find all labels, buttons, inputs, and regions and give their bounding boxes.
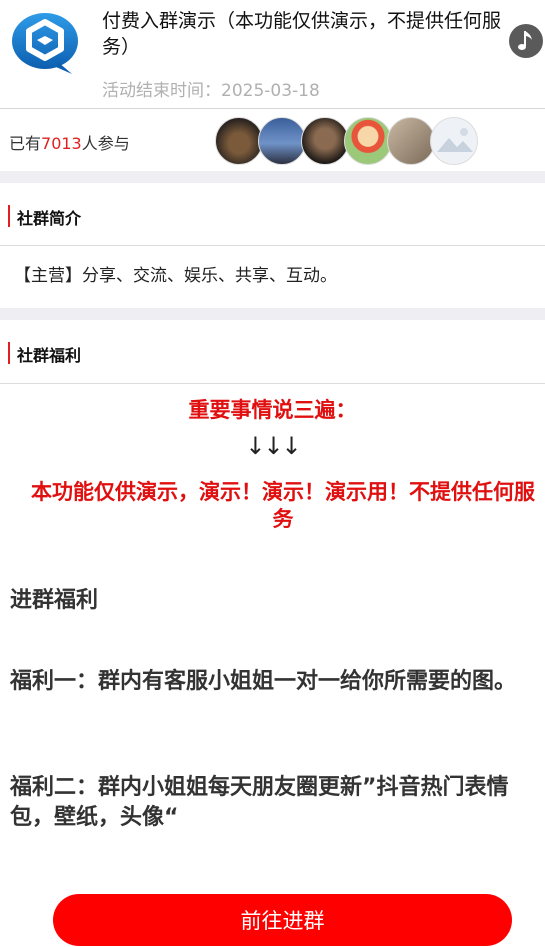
benefit-two: 福利二：群内小姐姐每天朋友圈更新”抖音热门表情包，壁纸，头像“ xyxy=(10,775,509,830)
avatar xyxy=(344,117,392,165)
section-gap xyxy=(0,308,545,320)
join-group-button[interactable]: 前往进群 xyxy=(53,894,512,946)
divider xyxy=(0,245,545,246)
avatar xyxy=(430,117,478,165)
demo-notice: 本功能仅供演示，演示！演示！演示用！不提供任何服务 xyxy=(31,480,535,531)
arrows-down: ↓↓↓ xyxy=(245,432,301,460)
divider xyxy=(0,383,545,384)
benefit-one: 福利一：群内有客服小姐姐一对一给你所需要的图。 xyxy=(10,669,517,694)
header: 付费入群演示（本功能仅供演示，不提供任何服务） 活动结束时间：2025-03-1… xyxy=(0,0,545,108)
avatar xyxy=(258,117,306,165)
section-accent-bar xyxy=(8,205,10,227)
community-intro-text: 【主营】分享、交流、娱乐、共享、互动。 xyxy=(14,266,337,286)
participants-row: 已有7013人参与 xyxy=(0,109,545,171)
activity-end-time: 活动结束时间：2025-03-18 xyxy=(102,81,320,101)
avatar xyxy=(215,117,263,165)
page-title: 付费入群演示（本功能仅供演示，不提供任何服务） xyxy=(102,10,502,58)
app-logo xyxy=(10,12,82,74)
music-toggle-button[interactable] xyxy=(509,24,543,58)
section-accent-bar xyxy=(8,342,10,364)
music-note-icon xyxy=(518,31,532,50)
section-title: 社群简介 xyxy=(17,209,82,228)
section-header-intro: 社群简介 xyxy=(0,185,545,245)
section-gap xyxy=(0,171,545,183)
participant-count-text: 已有7013人参与 xyxy=(9,134,130,153)
join-benefit-heading: 进群福利 xyxy=(10,588,99,613)
avatar xyxy=(301,117,349,165)
participant-count: 7013 xyxy=(41,134,82,153)
section-title: 社群福利 xyxy=(17,346,82,365)
avatar xyxy=(387,117,435,165)
section-header-benefits: 社群福利 xyxy=(0,322,545,382)
important-notice-heading: 重要事情说三遍： xyxy=(188,398,357,422)
image-placeholder-icon xyxy=(437,128,473,152)
